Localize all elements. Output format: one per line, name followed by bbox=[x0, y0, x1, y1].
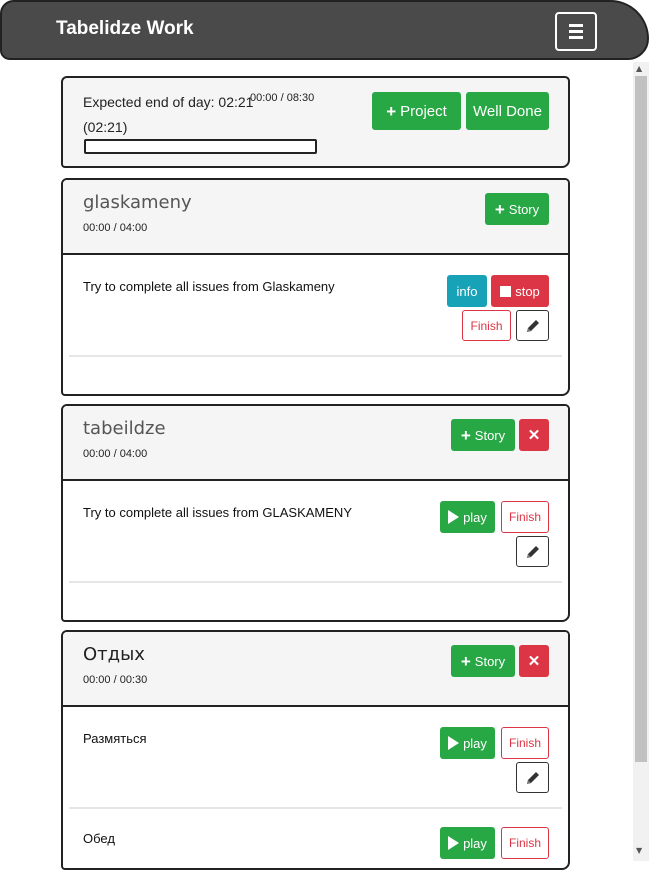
add-story-label: Story bbox=[474, 427, 506, 443]
day-progress-bar bbox=[84, 139, 317, 154]
edit-button[interactable] bbox=[516, 762, 549, 793]
add-story-button[interactable]: + Story bbox=[451, 419, 515, 451]
expected-end-label: Expected end of day: 02:21 bbox=[83, 94, 254, 110]
pencil-icon bbox=[526, 319, 539, 332]
well-done-button[interactable]: Well Done bbox=[466, 92, 549, 130]
stop-button[interactable]: stop bbox=[491, 275, 549, 307]
well-done-label: Well Done bbox=[473, 102, 542, 120]
finish-label: Finish bbox=[508, 736, 541, 750]
finish-button[interactable]: Finish bbox=[501, 727, 549, 759]
menu-toggle-button[interactable] bbox=[555, 12, 597, 51]
navbar: Tabelidze Work bbox=[0, 0, 649, 60]
project-card: glaskameny 00:00 / 04:00 + Story Try to … bbox=[61, 178, 570, 396]
play-icon bbox=[448, 510, 460, 524]
add-project-label: Project bbox=[400, 102, 447, 120]
play-label: play bbox=[463, 835, 487, 851]
play-label: play bbox=[463, 735, 487, 751]
play-icon bbox=[448, 836, 460, 850]
plus-icon: + bbox=[494, 199, 505, 219]
project-card: Отдых 00:00 / 00:30 + Story ✕ Размяться … bbox=[61, 630, 570, 870]
add-story-button[interactable]: + Story bbox=[451, 645, 515, 677]
info-label: info bbox=[456, 283, 478, 299]
brand-title[interactable]: Tabelidze Work bbox=[56, 18, 194, 40]
finish-label: Finish bbox=[470, 318, 503, 333]
play-label: play bbox=[463, 509, 487, 525]
project-time: 00:00 / 00:30 bbox=[83, 674, 148, 686]
finish-label: Finish bbox=[508, 510, 541, 524]
project-header: tabeildze 00:00 / 04:00 + Story ✕ bbox=[63, 406, 568, 481]
project-header: Отдых 00:00 / 00:30 + Story ✕ bbox=[63, 632, 568, 707]
story-row: Обед play Finish bbox=[69, 809, 562, 868]
delete-project-button[interactable]: ✕ bbox=[519, 419, 549, 451]
day-summary-card: Expected end of day: 02:21 00:00 / 08:30… bbox=[61, 76, 570, 168]
finish-label: Finish bbox=[508, 836, 541, 850]
project-header: glaskameny 00:00 / 04:00 + Story bbox=[63, 180, 568, 255]
edit-button[interactable] bbox=[516, 310, 549, 341]
hamburger-line bbox=[569, 36, 583, 39]
story-text: Try to complete all issues from GLASKAME… bbox=[83, 505, 352, 520]
finish-button[interactable]: Finish bbox=[501, 827, 549, 859]
stop-icon bbox=[500, 285, 512, 297]
project-time: 00:00 / 04:00 bbox=[83, 448, 148, 460]
project-title[interactable]: Отдых bbox=[83, 644, 145, 665]
story-text: Обед bbox=[83, 831, 115, 846]
finish-button[interactable]: Finish bbox=[462, 310, 511, 341]
pencil-icon bbox=[526, 771, 539, 784]
story-text: Try to complete all issues from Glaskame… bbox=[83, 279, 335, 294]
stop-label: stop bbox=[515, 283, 540, 299]
add-project-button[interactable]: + Project bbox=[372, 92, 461, 130]
pencil-icon bbox=[526, 545, 539, 558]
delete-project-button[interactable]: ✕ bbox=[519, 645, 549, 677]
hamburger-line bbox=[569, 30, 583, 33]
scroll-down-arrow-icon[interactable]: ▼ bbox=[636, 846, 642, 855]
close-icon: ✕ bbox=[527, 653, 541, 670]
scrollbar-thumb[interactable] bbox=[635, 76, 647, 762]
add-story-button[interactable]: + Story bbox=[485, 193, 549, 225]
plus-icon: + bbox=[460, 425, 471, 445]
finish-button[interactable]: Finish bbox=[501, 501, 549, 533]
play-button[interactable]: play bbox=[440, 827, 495, 859]
scroll-up-arrow-icon[interactable]: ▲ bbox=[636, 64, 642, 73]
day-time-total: 00:00 / 08:30 bbox=[250, 92, 315, 104]
project-title[interactable]: glaskameny bbox=[83, 192, 192, 213]
hamburger-icon bbox=[569, 24, 583, 27]
story-row: Размяться play Finish bbox=[69, 707, 562, 809]
close-icon: ✕ bbox=[527, 427, 541, 444]
add-story-label: Story bbox=[508, 201, 540, 217]
plus-icon: + bbox=[460, 651, 471, 671]
project-title[interactable]: tabeildze bbox=[83, 418, 166, 439]
add-story-label: Story bbox=[474, 653, 506, 669]
remaining-time: (02:21) bbox=[83, 119, 128, 135]
project-card: tabeildze 00:00 / 04:00 + Story ✕ Try to… bbox=[61, 404, 570, 622]
story-row: Try to complete all issues from GLASKAME… bbox=[69, 481, 562, 583]
story-row: Try to complete all issues from Glaskame… bbox=[69, 255, 562, 357]
plus-icon: + bbox=[386, 101, 397, 121]
play-button[interactable]: play bbox=[440, 501, 495, 533]
play-icon bbox=[448, 736, 460, 750]
play-button[interactable]: play bbox=[440, 727, 495, 759]
project-time: 00:00 / 04:00 bbox=[83, 222, 148, 234]
story-text: Размяться bbox=[83, 731, 147, 746]
info-button[interactable]: info bbox=[447, 275, 487, 307]
edit-button[interactable] bbox=[516, 536, 549, 567]
